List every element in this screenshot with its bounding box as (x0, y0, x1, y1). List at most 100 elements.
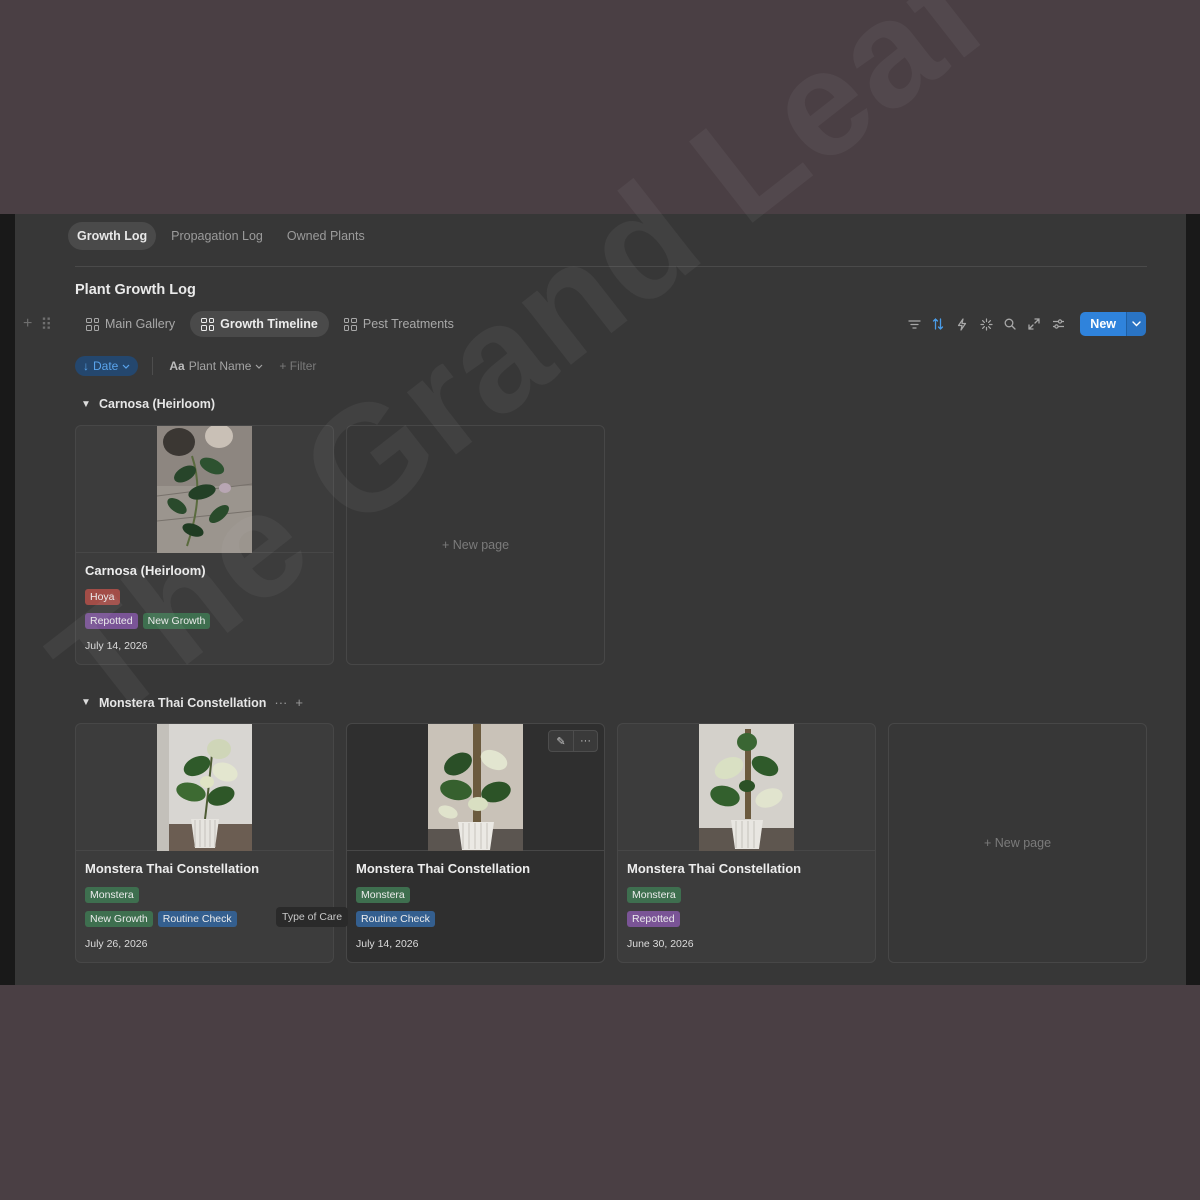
view-tabs: Main Gallery Growth Timeline Pest Treatm… (75, 311, 465, 337)
app-window: Growth Log Propagation Log Owned Plants … (15, 214, 1186, 985)
filter-icon[interactable] (906, 316, 922, 332)
tag: Routine Check (157, 911, 237, 927)
plus-icon: + (983, 836, 995, 850)
plus-icon: + (441, 538, 453, 552)
automation-icon[interactable] (954, 316, 970, 332)
search-icon[interactable] (1002, 316, 1018, 332)
filter-chip-plant-name[interactable]: Aa Plant Name (169, 359, 263, 373)
plus-icon: + (279, 359, 287, 373)
add-filter-button[interactable]: + Filter (279, 359, 316, 373)
plant-photo (157, 426, 252, 553)
page-tabs: Growth Log Propagation Log Owned Plants (68, 222, 374, 250)
divider (75, 266, 1147, 267)
card-date: July 14, 2026 (356, 938, 419, 950)
gallery-icon (201, 317, 215, 331)
species-tags: Monstera (627, 887, 681, 903)
divider (152, 357, 154, 375)
card-hover-tools: ✎ ··· (548, 730, 598, 752)
plant-photo (157, 724, 252, 851)
gallery-icon (86, 317, 99, 331)
gallery-icon (343, 317, 357, 331)
care-tags: New Growth Routine Check (85, 911, 237, 927)
tag: Repotted (627, 911, 680, 927)
group-header[interactable]: ▼ Monstera Thai Constellation ··· + (81, 695, 303, 710)
tag: Monstera (85, 887, 139, 903)
care-tags: Repotted New Growth (85, 613, 211, 629)
view-tab-label: Main Gallery (105, 317, 176, 331)
toggle-triangle-icon[interactable]: ▼ (81, 399, 91, 410)
screenshot-frame: Growth Log Propagation Log Owned Plants … (0, 214, 1200, 985)
ai-sparkle-icon[interactable] (978, 316, 994, 332)
card-date: July 14, 2026 (85, 640, 148, 652)
care-tags: Repotted (627, 911, 680, 927)
view-tab-label: Pest Treatments (362, 317, 454, 331)
group-title: Carnosa (Heirloom) (99, 397, 215, 411)
species-tags: Monstera (85, 887, 139, 903)
card-cover (76, 426, 333, 553)
species-tags: Monstera (356, 887, 410, 903)
edit-icon[interactable]: ✎ (549, 731, 573, 751)
view-tab-growth-timeline[interactable]: Growth Timeline (190, 311, 329, 337)
card-cover (76, 724, 333, 851)
card-title: Monstera Thai Constellation (356, 861, 531, 876)
new-button[interactable]: New (1080, 312, 1126, 336)
view-tab-main-gallery[interactable]: Main Gallery (75, 311, 186, 337)
new-page-label: New page (994, 836, 1052, 850)
new-page-button[interactable]: + New page (347, 538, 604, 552)
gallery-card[interactable]: Carnosa (Heirloom) Hoya Repotted New Gro… (75, 425, 334, 665)
tag: Hoya (85, 589, 120, 605)
settings-icon[interactable] (1050, 316, 1066, 332)
card-title: Carnosa (Heirloom) (85, 563, 206, 578)
card-date: June 30, 2026 (627, 938, 694, 950)
group-header[interactable]: ▼ Carnosa (Heirloom) (81, 397, 215, 411)
add-to-group-icon[interactable]: + (295, 695, 303, 710)
sort-icon[interactable] (930, 316, 946, 332)
tag: Monstera (356, 887, 410, 903)
new-page-card[interactable]: + New page (346, 425, 605, 665)
card-date: July 26, 2026 (85, 938, 148, 950)
plant-photo (699, 724, 794, 851)
more-options-icon[interactable]: ··· (573, 731, 597, 751)
new-page-card[interactable]: + New page (888, 723, 1147, 963)
expand-icon[interactable] (1026, 316, 1042, 332)
plant-photo (428, 724, 523, 851)
chevron-down-icon (255, 364, 263, 369)
new-page-label: New page (452, 538, 510, 552)
new-page-button[interactable]: + New page (889, 836, 1146, 850)
filter-chip-label: Plant Name (188, 359, 252, 373)
view-tab-pest-treatments[interactable]: Pest Treatments (333, 311, 465, 337)
tab-propagation-log[interactable]: Propagation Log (162, 222, 272, 250)
more-options-icon[interactable]: ··· (274, 695, 287, 710)
database-title[interactable]: Plant Growth Log (75, 282, 196, 298)
sort-chip-date[interactable]: ↓ Date (75, 356, 139, 376)
tab-growth-log[interactable]: Growth Log (68, 222, 157, 250)
sort-chip-label: Date (93, 359, 119, 373)
chevron-down-icon[interactable] (1126, 312, 1146, 336)
database-toolbar: New (906, 312, 1146, 336)
new-button-group: New (1080, 312, 1146, 336)
tag: New Growth (142, 613, 211, 629)
care-tags: Routine Check (356, 911, 435, 927)
species-tags: Hoya (85, 589, 120, 605)
card-cover (618, 724, 875, 851)
tag: New Growth (85, 911, 153, 927)
card-title: Monstera Thai Constellation (85, 861, 260, 876)
block-handles: + ⠿ (23, 315, 52, 335)
gallery-card[interactable]: Monstera Thai Constellation Monstera Rep… (617, 723, 876, 963)
arrow-down-icon: ↓ (83, 359, 89, 373)
tooltip: Type of Care (276, 907, 349, 927)
tag: Routine Check (356, 911, 435, 927)
add-block-icon[interactable]: + (23, 315, 32, 335)
tab-owned-plants[interactable]: Owned Plants (278, 222, 374, 250)
text-property-icon: Aa (169, 359, 185, 373)
add-filter-label: Filter (289, 359, 317, 373)
tag: Repotted (85, 613, 138, 629)
gallery-card[interactable]: ✎ ··· Monstera Thai Constellation Monste… (346, 723, 605, 963)
toggle-triangle-icon[interactable]: ▼ (81, 697, 91, 708)
group-title: Monstera Thai Constellation (99, 695, 267, 710)
gallery-card[interactable]: Monstera Thai Constellation Monstera New… (75, 723, 334, 963)
drag-handle-icon[interactable]: ⠿ (40, 315, 52, 335)
view-tab-label: Growth Timeline (220, 317, 318, 331)
filter-bar: ↓ Date Aa Plant Name + Filter (75, 356, 316, 376)
chevron-down-icon (122, 364, 130, 369)
